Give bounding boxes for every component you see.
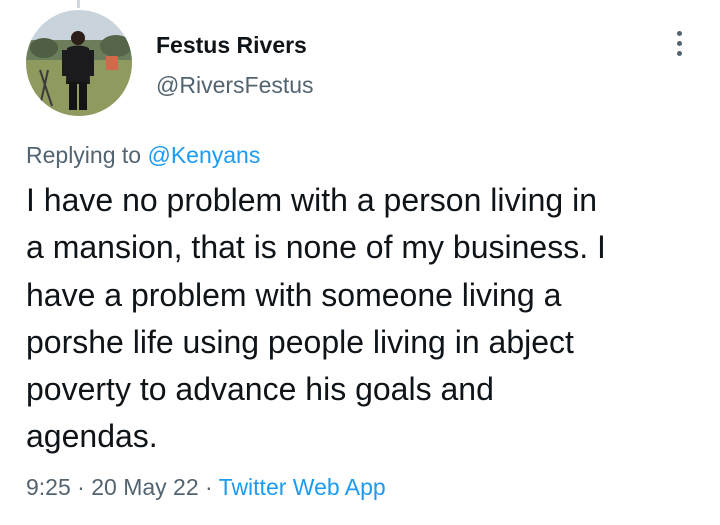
- meta-separator: ·: [77, 474, 85, 500]
- more-options-button[interactable]: [666, 28, 694, 58]
- tweet-text-line: agendas.: [26, 418, 158, 455]
- tweet-author: Festus Rivers @RiversFestus: [156, 30, 314, 100]
- author-handle[interactable]: @RiversFestus: [156, 70, 314, 100]
- tweet-time[interactable]: 9:25: [26, 474, 71, 500]
- tweet-date[interactable]: 20 May 22: [91, 474, 198, 500]
- tweet-metadata: 9:25 · 20 May 22 · Twitter Web App: [26, 472, 386, 502]
- tweet-text-line: have a problem with someone living a: [26, 276, 562, 313]
- reply-mention-link[interactable]: @Kenyans: [147, 142, 260, 168]
- tweet-text-line: I have no problem with a person living i…: [26, 182, 597, 218]
- tweet-text-line: a mansion, that is none of my business. …: [26, 229, 606, 266]
- thread-connector-line: [77, 0, 80, 8]
- avatar-photo: [26, 10, 132, 116]
- tweet-source-link[interactable]: Twitter Web App: [219, 474, 386, 500]
- meta-separator: ·: [205, 474, 213, 500]
- tweet-text-line: porshe life using people living in abjec…: [26, 323, 574, 360]
- tweet-text-line: poverty to advance his goals and: [26, 371, 494, 408]
- avatar[interactable]: [26, 10, 132, 116]
- author-display-name[interactable]: Festus Rivers: [156, 30, 314, 60]
- replying-to-label: Replying to: [26, 142, 142, 168]
- tweet-text: I have no problem with a person living i…: [26, 177, 706, 461]
- replying-to-line: Replying to @Kenyans: [26, 140, 260, 170]
